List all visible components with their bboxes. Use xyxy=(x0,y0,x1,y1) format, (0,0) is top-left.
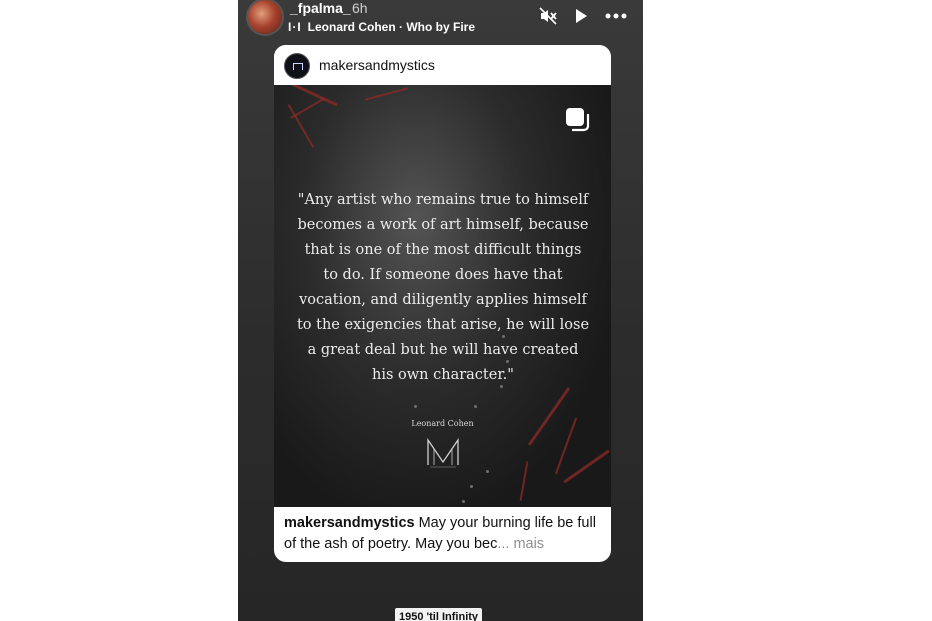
username[interactable]: _fpalma_ xyxy=(290,0,351,16)
caption-username[interactable]: makersandmystics xyxy=(284,515,415,531)
account-avatar[interactable] xyxy=(284,53,310,79)
story-viewer[interactable]: _fpalma_ 6h I·I Leonard Cohen · Who by F… xyxy=(238,0,643,621)
play-icon[interactable] xyxy=(573,6,589,31)
more-icon[interactable] xyxy=(604,4,628,29)
avatar[interactable] xyxy=(248,0,282,34)
music-bars-icon: I·I xyxy=(288,20,302,34)
music-label: Leonard Cohen · Who by Fire xyxy=(307,20,476,34)
carousel-icon xyxy=(564,106,592,139)
brand-logo xyxy=(424,435,462,476)
quote-text: "Any artist who remains true to himself … xyxy=(296,192,590,383)
music-info[interactable]: I·I Leonard Cohen · Who by Fire xyxy=(288,20,475,34)
post-image[interactable]: "Any artist who remains true to himself … xyxy=(274,85,611,507)
mute-icon[interactable] xyxy=(538,6,558,31)
shared-post-card[interactable]: makersandmystics "Any artist who remains… xyxy=(274,45,611,562)
caption-more-link[interactable]: ... mais xyxy=(497,536,544,552)
account-name[interactable]: makersandmystics xyxy=(319,57,435,73)
music-sticker[interactable]: 1950 'til Infinity xyxy=(395,608,483,621)
post-time: 6h xyxy=(352,0,368,16)
quote-author: Leonard Cohen xyxy=(411,419,474,428)
post-header[interactable]: makersandmystics xyxy=(274,45,611,85)
post-caption[interactable]: makersandmystics May your burning life b… xyxy=(284,513,604,555)
